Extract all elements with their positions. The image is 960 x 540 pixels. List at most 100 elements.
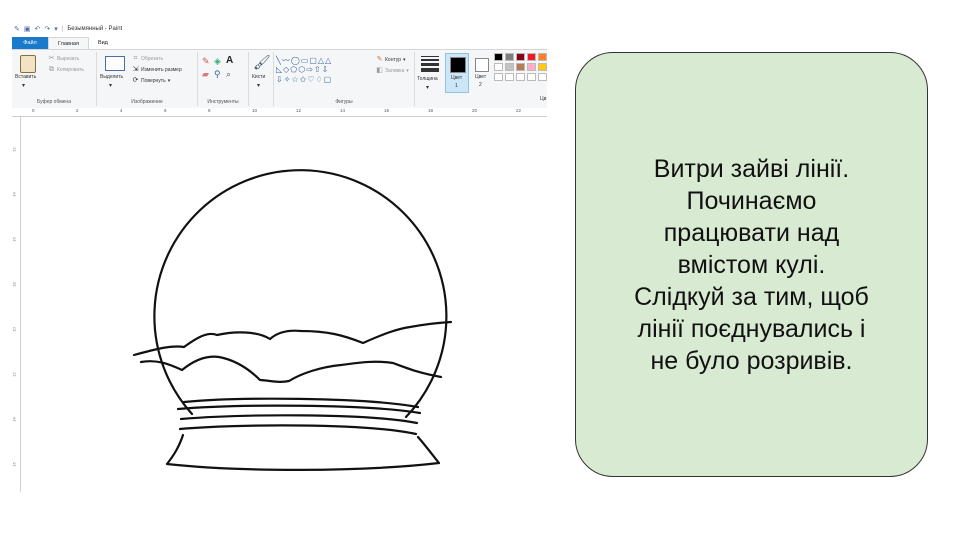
ruler-tick-label: 12 [12, 372, 17, 377]
crop-button[interactable]: ⌗ Обрезать [132, 55, 164, 62]
redo-icon[interactable]: ↷ [44, 25, 50, 33]
color2-number: 2 [479, 82, 482, 88]
brushes-dropdown-icon[interactable]: ▾ [257, 82, 260, 89]
brushes-button[interactable]: Кисти [252, 74, 265, 80]
base-band-3 [178, 424, 418, 436]
base-band-1 [176, 404, 422, 415]
tab-file[interactable]: Файл [12, 37, 48, 49]
shapes-gallery-row-2[interactable]: ◺◇⬠⬡⇨⇧⇩ [276, 65, 329, 74]
window-title: Безымянный - Paint [67, 26, 123, 32]
ruler-tick-label: 20 [472, 108, 478, 113]
ruler-tick-label: 16 [12, 237, 17, 242]
rotate-button[interactable]: ⟳ Повернуть ▾ [132, 77, 171, 84]
color2-button[interactable]: Цвет 2 [472, 53, 494, 93]
palette-swatch[interactable] [516, 63, 525, 71]
instruction-card: Витри зайві лінії. Починаємо працювати н… [575, 52, 928, 477]
fill-icon[interactable]: ◈ [214, 56, 221, 67]
text-icon[interactable]: A [226, 55, 233, 66]
front-hills-line [139, 355, 443, 383]
horizontal-ruler: 0 2 4 6 8 10 12 14 16 18 20 22 [12, 108, 547, 117]
cut-label: Вырезать [57, 55, 80, 62]
colors-group-label: Цв [540, 96, 547, 102]
undo-icon[interactable]: ↶ [35, 25, 41, 33]
color2-swatch [475, 58, 489, 72]
ruler-tick-label: 16 [384, 108, 390, 113]
size-group: Толщина ▾ [415, 52, 445, 106]
globe-outline [153, 169, 448, 419]
ribbon-tabs: Файл Главная Вид [12, 37, 547, 49]
color1-number: 1 [455, 83, 458, 89]
title-bar: ✎ ▣ ↶ ↷ ▾ | Безымянный - Paint [14, 25, 123, 33]
palette-swatch-empty[interactable] [516, 73, 525, 81]
paste-button[interactable]: Вставить [15, 74, 36, 80]
ruler-tick-label: 2 [76, 108, 79, 113]
palette-swatch[interactable] [538, 63, 547, 71]
palette-swatch[interactable] [494, 63, 503, 71]
cut-button[interactable]: ✂ Вырезать [48, 55, 80, 62]
palette-swatch-empty[interactable] [505, 73, 514, 81]
ruler-tick-label: 14 [340, 108, 346, 113]
ruler-tick-label: 12 [12, 147, 17, 152]
size-dropdown-icon[interactable]: ▾ [426, 84, 429, 91]
tab-home[interactable]: Главная [48, 37, 89, 49]
image-group: Выделить ▾ ⌗ Обрезать ⇲ Изменить размер ⟳ П… [97, 52, 198, 106]
palette-swatch[interactable] [494, 53, 503, 61]
palette-swatch-empty[interactable] [527, 73, 536, 81]
palette-swatch[interactable] [505, 63, 514, 71]
back-hills-line [132, 320, 453, 357]
pencil-icon[interactable]: ✎ [202, 56, 210, 67]
tab-view[interactable]: Вид [89, 37, 117, 49]
palette-swatch-empty[interactable] [494, 73, 503, 81]
paste-icon[interactable] [20, 55, 36, 73]
size-lines-icon[interactable] [421, 56, 439, 72]
color1-button[interactable]: Цвет 1 [445, 53, 469, 93]
size-button[interactable]: Толщина [417, 76, 438, 82]
palette-swatch[interactable] [516, 53, 525, 61]
ruler-tick-label: 14 [12, 192, 17, 197]
outline-button[interactable]: ✎ Контур ▾ [376, 56, 406, 63]
shapes-group: ╲〰◯▭▢△△ ◺◇⬠⬡⇨⇧⇩ ⇩✧☆✩♡♢▢ ✎ Контур ▾ ◧ Заливк… [274, 52, 415, 106]
ruler-tick-label: 8 [208, 108, 211, 113]
ruler-tick-label: 18 [428, 108, 434, 113]
shapes-gallery-row-3[interactable]: ⇩✧☆✩♡♢▢ [276, 75, 332, 84]
image-group-label: Изображение [131, 99, 163, 105]
eraser-icon[interactable]: ▰ [202, 69, 209, 80]
color1-swatch [450, 57, 466, 73]
vertical-ruler: 12 14 16 18 10 12 14 16 [12, 117, 21, 492]
magnifier-icon[interactable]: ⌕ [226, 69, 231, 80]
ruler-tick-label: 0 [32, 108, 35, 113]
customize-dropdown-icon[interactable]: ▾ [54, 25, 58, 33]
paste-dropdown-icon[interactable]: ▾ [22, 82, 25, 89]
drawing-canvas[interactable] [21, 117, 547, 492]
copy-icon: ⧉ [49, 66, 54, 73]
palette-swatch[interactable] [527, 53, 536, 61]
select-icon[interactable] [105, 56, 125, 71]
paint-app-icon: ✎ [14, 26, 20, 33]
select-button[interactable]: Выделить [100, 74, 123, 80]
palette-swatch[interactable] [527, 63, 536, 71]
resize-button[interactable]: ⇲ Изменить размер [132, 66, 182, 73]
brush-icon[interactable]: 🖌 [253, 54, 271, 71]
shapes-group-label: Фигуры [335, 99, 353, 105]
palette-swatch[interactable] [505, 53, 514, 61]
ruler-tick-label: 4 [120, 108, 123, 113]
copy-button[interactable]: ⧉ Копировать [48, 66, 84, 73]
clipboard-group-label: Буфер обмена [37, 99, 71, 105]
save-icon[interactable]: ▣ [24, 25, 31, 33]
outline-label: Контур [385, 56, 402, 63]
select-dropdown-icon[interactable]: ▾ [109, 82, 112, 89]
palette-swatch[interactable] [538, 53, 547, 61]
color-picker-icon[interactable]: ⚲ [214, 69, 221, 80]
ruler-tick-label: 10 [252, 108, 258, 113]
outline-icon: ✎ [376, 56, 383, 63]
fill-shape-button[interactable]: ◧ Заливка ▾ [376, 67, 409, 74]
color2-label: Цвет [475, 74, 487, 80]
scissors-icon: ✂ [48, 55, 55, 62]
palette-swatch-empty[interactable] [538, 73, 547, 81]
resize-label: Изменить размер [141, 66, 182, 73]
resize-icon: ⇲ [132, 66, 139, 73]
ribbon: Вставить ▾ ✂ Вырезать ⧉ Копировать Буфер о… [12, 49, 547, 109]
paint-window: ✎ ▣ ↶ ↷ ▾ | Безымянный - Paint Файл Глав… [12, 22, 547, 492]
rotate-label: Повернуть [141, 77, 166, 84]
copy-label: Копировать [57, 66, 84, 73]
